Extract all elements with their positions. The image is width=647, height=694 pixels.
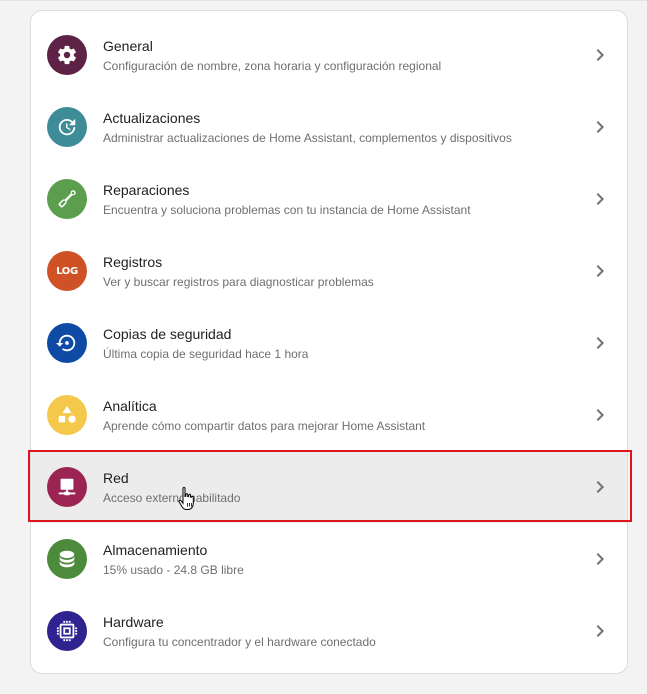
settings-item-description: Configuración de nombre, zona horaria y … (103, 58, 442, 73)
settings-item-logs[interactable]: LOG Registros Ver y buscar registros par… (31, 235, 627, 307)
system-settings-card: General Configuración de nombre, zona ho… (30, 10, 628, 674)
chevron-right-icon (588, 187, 612, 211)
chevron-right-icon (588, 619, 612, 643)
settings-item-hardware[interactable]: Hardware Configura tu concentrador y el … (31, 595, 627, 667)
settings-item-title: Red (103, 469, 129, 486)
settings-item-description: 15% usado - 24.8 GB libre (103, 562, 244, 577)
chevron-right-icon (588, 43, 612, 67)
shapes-icon (47, 395, 87, 435)
chevron-right-icon (588, 403, 612, 427)
settings-item-updates[interactable]: Actualizaciones Administrar actualizacio… (31, 91, 627, 163)
wrench-icon (47, 179, 87, 219)
settings-item-description: Ver y buscar registros para diagnosticar… (103, 274, 374, 289)
chevron-right-icon (588, 475, 612, 499)
settings-item-description: Encuentra y soluciona problemas con tu i… (103, 202, 471, 217)
network-icon (47, 467, 87, 507)
settings-item-title: General (103, 37, 153, 54)
settings-item-description: Aprende cómo compartir datos para mejora… (103, 418, 426, 433)
top-divider (0, 0, 647, 1)
settings-item-title: Registros (103, 253, 163, 270)
settings-item-description: Administrar actualizaciones de Home Assi… (103, 130, 512, 145)
settings-item-analytics[interactable]: Analítica Aprende cómo compartir datos p… (31, 379, 627, 451)
chevron-right-icon (588, 331, 612, 355)
database-icon (47, 539, 87, 579)
settings-item-repairs[interactable]: Reparaciones Encuentra y soluciona probl… (31, 163, 627, 235)
chevron-right-icon (588, 547, 612, 571)
settings-item-title: Reparaciones (103, 181, 190, 198)
gear-icon (47, 35, 87, 75)
settings-item-title: Almacenamiento (103, 541, 208, 558)
chevron-right-icon (588, 115, 612, 139)
chip-icon (47, 611, 87, 651)
log-icon: LOG (47, 251, 87, 291)
settings-item-title: Actualizaciones (103, 109, 201, 126)
update-clock-icon (47, 107, 87, 147)
settings-item-general[interactable]: General Configuración de nombre, zona ho… (31, 19, 627, 91)
settings-item-title: Hardware (103, 613, 164, 630)
backup-restore-icon (47, 323, 87, 363)
settings-item-title: Analítica (103, 397, 157, 414)
settings-item-description: Acceso externo habilitado (103, 490, 241, 505)
settings-item-title: Copias de seguridad (103, 325, 232, 342)
log-icon-label: LOG (56, 265, 78, 277)
settings-item-description: Última copia de seguridad hace 1 hora (103, 346, 309, 361)
settings-item-network[interactable]: Red Acceso externo habilitado (31, 451, 627, 523)
chevron-right-icon (588, 259, 612, 283)
settings-item-backups[interactable]: Copias de seguridad Última copia de segu… (31, 307, 627, 379)
settings-item-description: Configura tu concentrador y el hardware … (103, 634, 376, 649)
settings-item-storage[interactable]: Almacenamiento 15% usado - 24.8 GB libre (31, 523, 627, 595)
